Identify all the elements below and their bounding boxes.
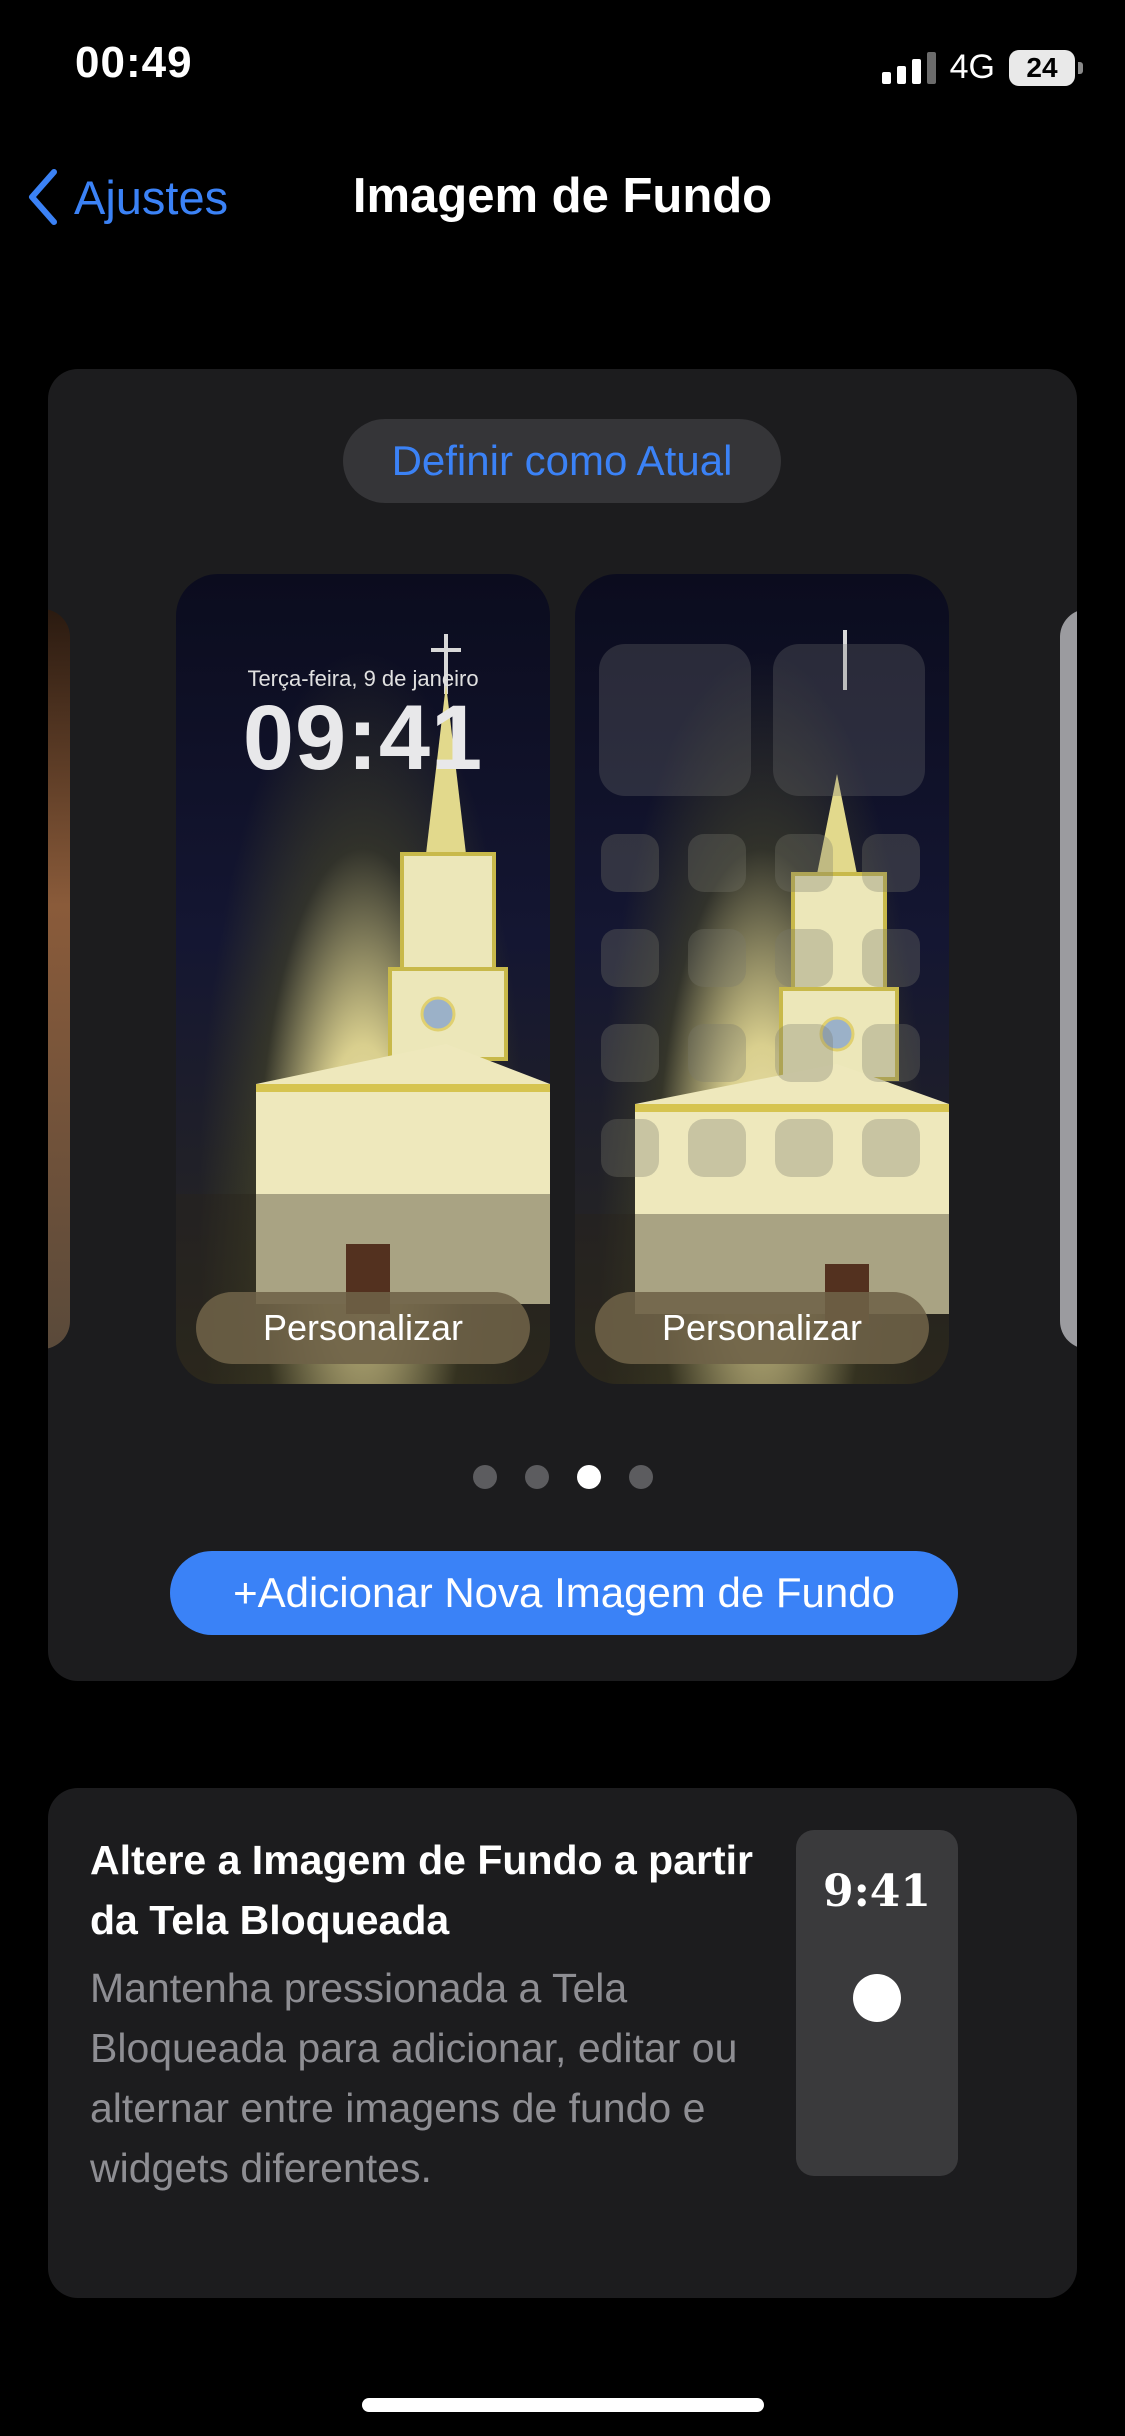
page-dot[interactable] [628, 1465, 653, 1489]
network-type: 4G [949, 48, 995, 86]
app-icon-placeholder [688, 1024, 746, 1082]
status-indicators: 4G 24 [881, 48, 1083, 87]
app-icon-placeholder [775, 834, 833, 892]
app-icon-placeholder [775, 929, 833, 987]
app-icon-placeholder [688, 834, 746, 892]
customize-home-screen-button[interactable]: Personalizar [595, 1292, 929, 1364]
widget-placeholder [599, 644, 751, 796]
app-icon-placeholder [862, 929, 920, 987]
lock-screen-tip-card: Altere a Imagem de Fundo a partir da Tel… [48, 1788, 1077, 2298]
mini-time: 9:41 [822, 1866, 932, 1917]
app-icon-placeholder [775, 1024, 833, 1082]
lock-screen-time: 09:41 [242, 687, 484, 789]
add-new-wallpaper-button[interactable]: +Adicionar Nova Imagem de Fundo [170, 1551, 958, 1635]
tip-body: Mantenha pressionada a Tela Bloqueada pa… [90, 1965, 738, 2191]
page-dot[interactable] [472, 1465, 497, 1489]
set-as-current-button[interactable]: Definir como Atual [343, 419, 781, 503]
app-icon-placeholder [601, 1024, 659, 1082]
touch-point-icon [853, 1974, 901, 2022]
battery-icon: 24 [1009, 49, 1083, 86]
home-screen-preview[interactable]: Personalizar [575, 574, 949, 1384]
status-time: 00:49 [75, 38, 193, 87]
previous-wallpaper-peek[interactable] [48, 609, 70, 1349]
app-icon-placeholder [775, 1119, 833, 1177]
app-icon-placeholder [862, 1024, 920, 1082]
app-icon-placeholder [688, 1119, 746, 1177]
page-dot-active[interactable] [576, 1465, 601, 1489]
app-icon-placeholder [862, 834, 920, 892]
page-title: Imagem de Fundo [352, 169, 773, 223]
wallpaper-card: Definir como Atual Terça-feira, 9 de jan… [48, 369, 1077, 1681]
customize-lock-screen-button[interactable]: Personalizar [196, 1292, 530, 1364]
cellular-signal-icon [881, 51, 936, 84]
mini-lock-screen-illustration: 9:41 [796, 1830, 958, 2176]
page-dot[interactable] [524, 1465, 549, 1489]
page-indicator [48, 1465, 1077, 1489]
widget-placeholder [773, 644, 925, 796]
app-icon-placeholder [601, 929, 659, 987]
app-icon-placeholder [601, 834, 659, 892]
lock-screen-preview[interactable]: Terça-feira, 9 de janeiro 09:41 Personal… [176, 574, 550, 1384]
app-icon-placeholder [688, 929, 746, 987]
app-icon-placeholder [601, 1119, 659, 1177]
next-wallpaper-peek[interactable] [1060, 609, 1077, 1349]
tip-title: Altere a Imagem de Fundo a partir da Tel… [90, 1837, 753, 1943]
home-indicator[interactable] [362, 2398, 764, 2412]
app-icon-placeholder [862, 1119, 920, 1177]
